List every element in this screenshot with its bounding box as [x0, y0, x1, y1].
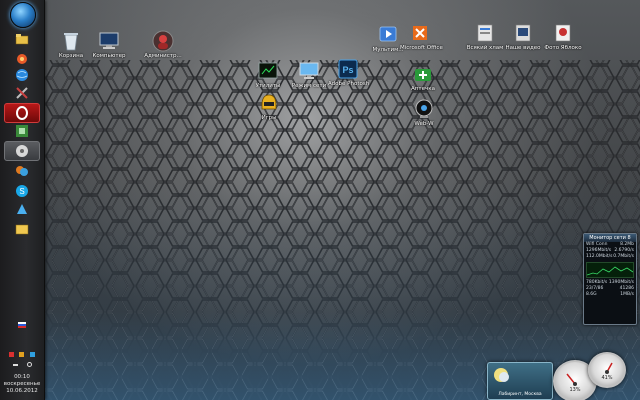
network-monitor-gadget[interactable]: Монитор сети 8 Wifi Conn 8.2Mb 1296Mbit/s… [583, 233, 637, 325]
gadget-title: Монитор сети 8 [584, 234, 636, 242]
globe-icon [16, 69, 28, 81]
desktop-icon-photo[interactable]: Фото Яблоко [543, 22, 583, 51]
computer-icon [99, 32, 119, 49]
system-tray [2, 352, 42, 357]
system-tray-row2 [2, 362, 42, 367]
taskbar-skype-button[interactable]: S [7, 182, 37, 200]
taskbar-globe-button[interactable] [7, 66, 37, 84]
desktop-icon-utilities[interactable]: Утилиты [248, 60, 288, 89]
webcam-icon [415, 99, 433, 118]
taskbar-network-button[interactable] [7, 200, 37, 218]
language-indicator[interactable] [2, 322, 42, 330]
terminal-icon [258, 62, 278, 79]
weather-location: Лабиринт, Москва [498, 392, 542, 397]
traffic-graph [586, 262, 634, 278]
volume-icon[interactable] [8, 352, 14, 357]
desktop-icon-folder[interactable]: Всякий хлам [465, 22, 505, 51]
folder-icon [15, 34, 29, 45]
shield-icon [16, 125, 28, 137]
desktop-icon-label: Наше видео [505, 45, 541, 51]
network-tray-icon[interactable] [30, 352, 36, 357]
folder-icon [477, 24, 493, 42]
desktop-icon-display[interactable]: Режим сети [289, 60, 329, 89]
taskbar-tools-button[interactable] [7, 84, 37, 102]
desktop-icon-label: Компьютер [92, 53, 126, 59]
svg-text:Ps: Ps [342, 65, 353, 75]
weather-icon [494, 368, 509, 382]
flag-icon [18, 322, 26, 328]
desktop-icon-label: Корзина [58, 53, 84, 59]
user-folder-icon [152, 30, 174, 52]
desktop-icon-office[interactable]: Microsoft Office [400, 22, 443, 51]
taskbar-folder-button[interactable] [7, 30, 37, 48]
ram-gauge[interactable]: 41% [588, 352, 626, 388]
explorer-icon [15, 224, 29, 235]
video-folder-icon [515, 24, 531, 42]
desktop-icon-label: Фото Яблоко [544, 45, 582, 51]
cpu-value: 13% [569, 387, 581, 393]
skype-icon: S [16, 185, 28, 197]
desktop-icon-label: Microsoft Office [400, 45, 443, 51]
disk-icon [16, 145, 28, 157]
tools-icon [16, 87, 28, 99]
office-icon [413, 26, 427, 40]
desktop-icon-label: Web-W [414, 121, 434, 127]
helmet-icon [261, 94, 277, 110]
weather-gadget[interactable]: Лабиринт, Москва [487, 362, 553, 400]
taskbar-explorer-button[interactable] [7, 220, 37, 238]
desktop-icon-webcam[interactable]: Web-W [404, 98, 444, 127]
desktop-icon-label: Игры [261, 115, 277, 121]
taskbar-disk-button[interactable] [4, 141, 40, 161]
sync-icon[interactable] [26, 362, 32, 367]
pen-icon[interactable] [12, 364, 18, 366]
recycle-bin-icon [64, 33, 78, 51]
desktop-icon-aptechka[interactable]: Аптечка [403, 63, 443, 92]
ram-value: 41% [601, 375, 613, 381]
desktop-icon-label: Администр... [144, 53, 182, 59]
photo-folder-icon [555, 24, 571, 42]
desktop-icon-video[interactable]: Наше видео [503, 22, 543, 51]
messenger-icon [16, 166, 28, 176]
photoshop-icon: Ps [338, 59, 358, 79]
desktop[interactable]: S 00:10 воскресенье 10.06.2012 Корзина К… [0, 0, 640, 400]
taskbar: S 00:10 воскресенье 10.06.2012 [0, 0, 45, 400]
clock-day: воскресенье [3, 381, 41, 387]
windows-orb-icon[interactable] [10, 2, 36, 28]
taskbar-shield-button[interactable] [7, 122, 37, 140]
desktop-icon-label: Режим сети [291, 83, 327, 89]
clock-date: 10.06.2012 [6, 388, 38, 394]
desktop-icon-computer[interactable]: Компьютер [89, 30, 129, 59]
desktop-icon-label: Всякий хлам [466, 45, 504, 51]
opera-icon [16, 106, 28, 120]
gadget-row: 8.6G 1MB/s [586, 292, 634, 297]
svg-text:S: S [19, 187, 24, 196]
desktop-icon-label: Adobe Photosh [328, 81, 370, 87]
desktop-icon-label: Аптечка [411, 86, 435, 92]
taskbar-messenger-button[interactable] [7, 162, 37, 180]
monitor-icon [299, 62, 319, 79]
desktop-icon-photoshop[interactable]: Ps Adobe Photosh [328, 58, 370, 87]
desktop-icon-admin[interactable]: Администр... [143, 30, 183, 59]
clock-time[interactable]: 00:10 [2, 374, 42, 380]
action-center-icon[interactable] [19, 352, 25, 357]
gadget-row: 112.0Mbit/s 0.7Mbit/s [586, 254, 634, 259]
multimedia-icon [379, 26, 397, 42]
taskbar-opera-button[interactable] [4, 103, 40, 123]
network-icon [17, 204, 27, 214]
gauge-needle-icon [605, 362, 613, 374]
desktop-icon-label: Утилиты [255, 83, 281, 89]
desktop-icon-recycle-bin[interactable]: Корзина [51, 30, 91, 59]
media-icon [17, 54, 27, 64]
medkit-icon [415, 69, 431, 81]
desktop-icon-games[interactable]: Игры [249, 92, 289, 121]
